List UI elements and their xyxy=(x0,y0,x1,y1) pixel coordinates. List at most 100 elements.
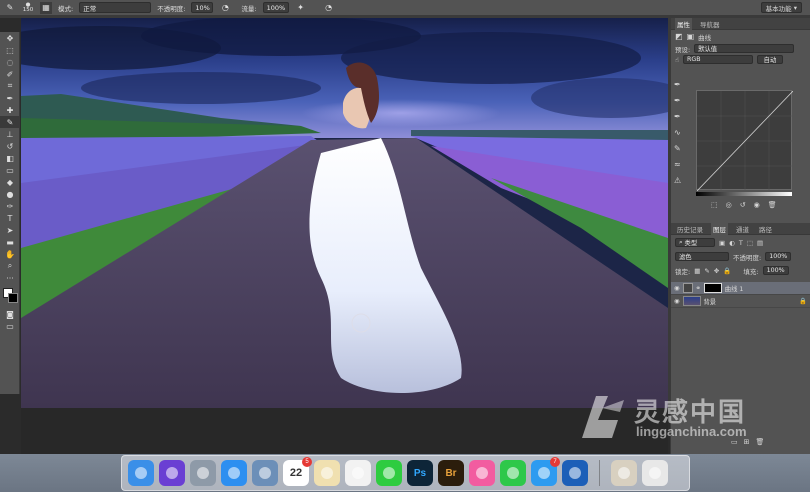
siri-icon[interactable] xyxy=(159,460,185,486)
layer-opacity-field[interactable]: 100% xyxy=(765,252,792,261)
hand-adjust-icon[interactable]: ☝ xyxy=(675,56,679,64)
blend-mode-value: 滤色 xyxy=(679,254,692,261)
tab-layers[interactable]: 图层 xyxy=(711,222,728,235)
lock-paint-icon[interactable]: ✎ xyxy=(704,267,709,275)
filter-smart-icon[interactable]: ▤ xyxy=(757,239,763,247)
blur-tool-icon[interactable]: ◆ xyxy=(0,176,20,188)
size-pressure-icon[interactable]: ◔ xyxy=(323,2,335,14)
mask-icon[interactable]: ▣ xyxy=(687,32,695,41)
tab-history[interactable]: 历史记录 xyxy=(675,223,705,235)
lock-move-icon[interactable]: ✥ xyxy=(714,267,719,275)
layer-row[interactable]: ◉ 背景 🔒 xyxy=(671,295,810,308)
hand-tool-icon[interactable]: ✋ xyxy=(0,248,20,260)
itunes-icon[interactable] xyxy=(469,460,495,486)
workspace-dropdown[interactable]: 基本功能 ▾ xyxy=(760,2,802,13)
brush-preset-dropdown[interactable]: ● 150 xyxy=(22,2,34,14)
marquee-tool-icon[interactable]: ⬚ xyxy=(0,44,20,56)
brush-tool-icon[interactable]: ✎ xyxy=(4,2,16,14)
move-tool-icon[interactable]: ✥ xyxy=(0,32,20,44)
fill-field[interactable]: 100% xyxy=(762,266,789,275)
chain-icon[interactable]: ⚭ xyxy=(696,285,701,292)
tab-paths[interactable]: 路径 xyxy=(757,223,774,235)
reset-icon[interactable]: ↺ xyxy=(740,201,746,209)
opacity-pressure-icon[interactable]: ◔ xyxy=(219,2,231,14)
gray-point-eyedropper-icon[interactable]: ✒ xyxy=(674,96,688,105)
color-swatches[interactable] xyxy=(0,286,19,308)
filter-pixel-icon[interactable]: ▣ xyxy=(719,239,725,247)
auto-button[interactable]: 自动 xyxy=(756,55,783,64)
pen-tool-icon[interactable]: ✑ xyxy=(0,200,20,212)
zoom-tool-icon[interactable]: ⌕ xyxy=(0,260,20,272)
eyedropper-tool-icon[interactable]: ✒ xyxy=(0,92,20,104)
smooth-icon[interactable]: ≈ xyxy=(674,160,688,169)
launchpad-icon[interactable] xyxy=(190,460,216,486)
image-folder-icon[interactable] xyxy=(611,460,637,486)
flow-field[interactable]: 100% xyxy=(262,2,289,13)
clipping-warning-icon[interactable]: ⚠ xyxy=(674,176,688,185)
quick-mask-icon[interactable]: ◙ xyxy=(0,308,20,320)
curve-point-icon[interactable]: ∿ xyxy=(674,128,688,137)
blend-mode-dropdown[interactable]: 滤色 xyxy=(675,252,729,261)
white-point-eyedropper-icon[interactable]: ✒ xyxy=(674,112,688,121)
filter-shape-icon[interactable]: ⬚ xyxy=(747,239,753,247)
background-color[interactable] xyxy=(8,293,18,303)
delete-adjustment-icon[interactable]: 🗑 xyxy=(768,201,777,209)
dodge-tool-icon[interactable]: ● xyxy=(0,188,20,200)
shape-tool-icon[interactable]: ▬ xyxy=(0,236,20,248)
stamp-tool-icon[interactable]: ⊥ xyxy=(0,128,20,140)
eraser-tool-icon[interactable]: ◧ xyxy=(0,152,20,164)
eye-icon[interactable]: ◉ xyxy=(674,298,680,305)
type-tool-icon[interactable]: T xyxy=(0,212,20,224)
safari-icon[interactable] xyxy=(221,460,247,486)
music-icon[interactable] xyxy=(500,460,526,486)
lock-pixels-icon[interactable]: ▦ xyxy=(694,267,700,275)
path-select-tool-icon[interactable]: ➤ xyxy=(0,224,20,236)
document-canvas[interactable] xyxy=(21,18,668,408)
photos-icon[interactable] xyxy=(314,460,340,486)
black-point-eyedropper-icon[interactable]: ✒ xyxy=(674,80,688,89)
channel-dropdown[interactable]: RGB xyxy=(682,55,753,64)
view-previous-icon[interactable]: ◎ xyxy=(726,201,732,209)
tab-properties[interactable]: 属性 xyxy=(675,17,692,30)
lock-all-icon[interactable]: 🔒 xyxy=(723,267,731,275)
lasso-tool-icon[interactable]: ◌ xyxy=(0,56,20,68)
bridge-icon[interactable]: Br xyxy=(438,460,464,486)
airbrush-icon[interactable]: ✦ xyxy=(295,2,307,14)
finder-icon[interactable] xyxy=(128,460,154,486)
preset-row: 预设: 默认值 xyxy=(671,43,810,54)
quick-select-tool-icon[interactable]: ✐ xyxy=(0,68,20,80)
preset-dropdown[interactable]: 默认值 xyxy=(694,44,795,53)
layer-row[interactable]: ◉ ⚭ 曲线 1 xyxy=(671,282,810,295)
pencil-icon[interactable]: ✎ xyxy=(674,144,688,153)
mode-dropdown[interactable]: 正常 xyxy=(79,2,152,13)
filter-type-icon[interactable]: T xyxy=(739,239,743,247)
history-brush-tool-icon[interactable]: ↺ xyxy=(0,140,20,152)
gradient-tool-icon[interactable]: ▭ xyxy=(0,164,20,176)
qq-icon[interactable] xyxy=(345,460,371,486)
preview-icon[interactable] xyxy=(252,460,278,486)
calendar-icon[interactable]: 22 5 xyxy=(283,457,312,486)
visibility-icon[interactable]: ◉ xyxy=(754,201,760,209)
opacity-field[interactable]: 10% xyxy=(191,2,214,13)
healing-tool-icon[interactable]: ✚ xyxy=(0,104,20,116)
curve-slider[interactable] xyxy=(696,192,792,196)
layer-mask-thumb[interactable] xyxy=(703,283,722,293)
brush-tool-icon[interactable]: ✎ xyxy=(0,116,20,128)
tab-channels[interactable]: 通道 xyxy=(734,223,751,235)
filter-adjust-icon[interactable]: ◐ xyxy=(729,239,735,247)
watermark-text-en: lingganchina.com xyxy=(636,424,747,439)
eye-icon[interactable]: ◉ xyxy=(674,285,680,292)
more-tools-icon[interactable]: ··· xyxy=(0,272,20,284)
curves-graph[interactable] xyxy=(696,90,794,192)
wechat-icon[interactable] xyxy=(376,460,402,486)
crop-tool-icon[interactable]: ⌗ xyxy=(0,80,20,92)
brush-panel-icon[interactable]: ▦ xyxy=(40,1,52,14)
quicktime-icon[interactable] xyxy=(562,460,588,486)
screen-mode-icon[interactable]: ▭ xyxy=(0,320,20,332)
appstore-icon[interactable]: 7 xyxy=(531,457,560,486)
trash-icon[interactable] xyxy=(642,460,668,486)
tab-navigator[interactable]: 导航器 xyxy=(698,18,722,30)
clip-layer-icon[interactable]: ⬚ xyxy=(711,201,718,209)
filter-kind-dropdown[interactable]: ⌕ 类型 xyxy=(675,238,715,247)
photoshop-icon[interactable]: Ps xyxy=(407,460,433,486)
